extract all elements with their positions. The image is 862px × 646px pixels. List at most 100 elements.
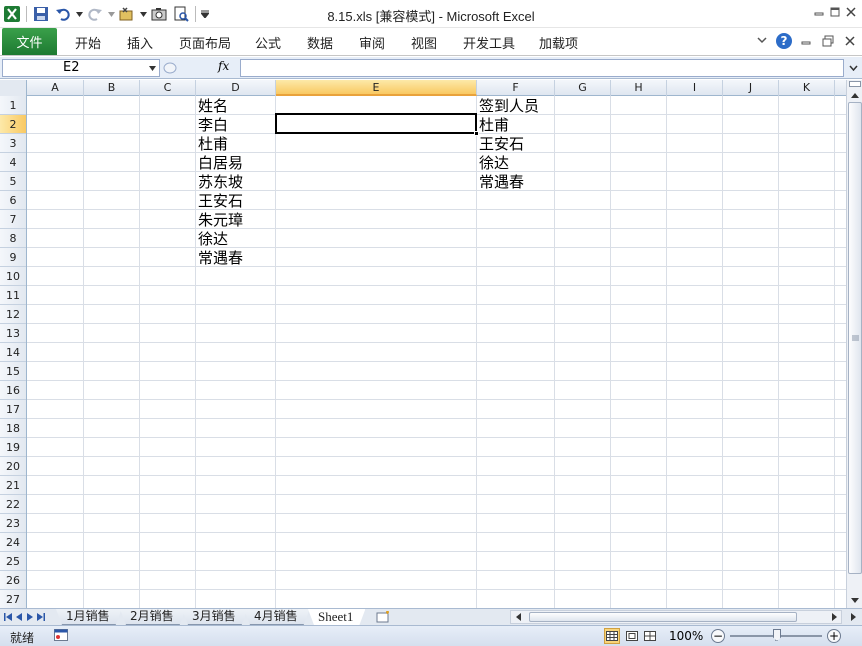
row-header[interactable]: 4 — [0, 153, 26, 172]
column-header-j[interactable]: J — [723, 80, 779, 96]
sheet-tab-1[interactable]: 1月销售 — [56, 609, 122, 625]
insert-sheet-icon[interactable] — [370, 610, 396, 624]
column-header-e[interactable]: E — [276, 80, 477, 96]
cell-f5[interactable]: 常遇春 — [477, 172, 524, 191]
row-header[interactable]: 21 — [0, 476, 26, 495]
scroll-up-icon[interactable] — [848, 89, 862, 101]
tab-formulas[interactable]: 公式 — [255, 33, 281, 52]
first-sheet-icon[interactable] — [3, 611, 13, 623]
restore-icon[interactable] — [828, 5, 842, 19]
last-sheet-icon[interactable] — [36, 611, 46, 623]
split-box[interactable] — [849, 81, 861, 87]
row-header[interactable]: 13 — [0, 324, 26, 343]
row-header[interactable]: 8 — [0, 229, 26, 248]
name-box[interactable]: E2 — [2, 59, 160, 77]
row-header[interactable]: 2 — [0, 115, 26, 134]
column-header-d[interactable]: D — [196, 80, 276, 96]
tab-data[interactable]: 数据 — [307, 33, 333, 52]
prev-sheet-icon[interactable] — [14, 611, 24, 623]
vertical-scrollbar[interactable] — [846, 80, 862, 608]
zoom-out-button[interactable]: − — [711, 629, 725, 643]
row-header[interactable]: 9 — [0, 248, 26, 267]
expand-formula-bar-icon[interactable] — [846, 59, 860, 77]
zoom-level[interactable]: 100% — [669, 629, 703, 643]
row-header[interactable]: 23 — [0, 514, 26, 533]
column-header-i[interactable]: I — [667, 80, 723, 96]
close-icon[interactable] — [844, 5, 858, 19]
vertical-scroll-thumb[interactable] — [848, 102, 862, 574]
row-header[interactable]: 17 — [0, 400, 26, 419]
row-header[interactable]: 14 — [0, 343, 26, 362]
column-header-c[interactable]: C — [140, 80, 196, 96]
insert-function-button[interactable]: fx — [218, 59, 236, 73]
workbook-close-icon[interactable] — [842, 33, 858, 49]
row-header[interactable]: 6 — [0, 191, 26, 210]
cell-d3[interactable]: 杜甫 — [196, 134, 228, 153]
column-header-f[interactable]: F — [477, 80, 555, 96]
tab-add-ins[interactable]: 加载项 — [539, 33, 578, 52]
tab-insert[interactable]: 插入 — [127, 33, 153, 52]
active-cell-e2[interactable] — [275, 113, 479, 136]
row-header[interactable]: 7 — [0, 210, 26, 229]
row-header[interactable]: 16 — [0, 381, 26, 400]
row-header[interactable]: 27 — [0, 590, 26, 608]
workbook-minimize-icon[interactable] — [798, 33, 814, 49]
row-header[interactable]: 20 — [0, 457, 26, 476]
row-header[interactable]: 12 — [0, 305, 26, 324]
normal-view-icon[interactable] — [604, 628, 620, 644]
row-header[interactable]: 15 — [0, 362, 26, 381]
row-header[interactable]: 19 — [0, 438, 26, 457]
column-header-k[interactable]: K — [779, 80, 835, 96]
cell-d8[interactable]: 徐达 — [196, 229, 228, 248]
cell-f2[interactable]: 杜甫 — [477, 115, 509, 134]
row-header[interactable]: 26 — [0, 571, 26, 590]
tab-developer[interactable]: 开发工具 — [463, 33, 515, 52]
cell-f1[interactable]: 签到人员 — [477, 96, 539, 115]
minimize-icon[interactable] — [812, 5, 826, 19]
cell-d9[interactable]: 常遇春 — [196, 248, 243, 267]
sheet-tab-2[interactable]: 2月销售 — [120, 609, 186, 625]
sheet-tab-sheet1[interactable]: Sheet1 — [308, 609, 365, 625]
row-header[interactable]: 10 — [0, 267, 26, 286]
cell-f4[interactable]: 徐达 — [477, 153, 509, 172]
tab-view[interactable]: 视图 — [411, 33, 437, 52]
row-header[interactable]: 24 — [0, 533, 26, 552]
next-sheet-icon[interactable] — [25, 611, 35, 623]
cell-d1[interactable]: 姓名 — [196, 96, 228, 115]
scroll-right-icon[interactable] — [829, 612, 839, 622]
macro-record-icon[interactable] — [54, 629, 68, 641]
row-header[interactable]: 5 — [0, 172, 26, 191]
horizontal-scrollbar[interactable] — [510, 610, 842, 624]
formula-input[interactable] — [240, 59, 844, 77]
tab-review[interactable]: 审阅 — [359, 33, 385, 52]
column-header-h[interactable]: H — [611, 80, 667, 96]
page-break-view-icon[interactable] — [642, 628, 658, 644]
scroll-left-icon[interactable] — [513, 612, 523, 622]
column-header-g[interactable]: G — [555, 80, 611, 96]
ribbon-collapse-icon[interactable] — [754, 33, 770, 49]
zoom-in-button[interactable]: + — [827, 629, 841, 643]
cell-d7[interactable]: 朱元璋 — [196, 210, 243, 229]
workbook-restore-icon[interactable] — [820, 33, 836, 49]
worksheet-grid[interactable]: A B C D E F G H I J K 1 2 3 4 5 6 7 8 9 … — [0, 80, 846, 608]
tab-file[interactable]: 文件 — [2, 28, 57, 55]
cell-d5[interactable]: 苏东坡 — [196, 172, 243, 191]
cell-d4[interactable]: 白居易 — [196, 153, 243, 172]
scroll-right-end-icon[interactable] — [846, 610, 860, 624]
row-header[interactable]: 11 — [0, 286, 26, 305]
row-header[interactable]: 3 — [0, 134, 26, 153]
column-header-a[interactable]: A — [27, 80, 84, 96]
tab-home[interactable]: 开始 — [75, 33, 101, 52]
column-header-b[interactable]: B — [84, 80, 140, 96]
page-layout-view-icon[interactable] — [624, 628, 640, 644]
row-header[interactable]: 25 — [0, 552, 26, 571]
select-all-corner[interactable] — [0, 80, 27, 96]
sheet-tab-3[interactable]: 3月销售 — [182, 609, 248, 625]
horizontal-scroll-thumb[interactable] — [529, 612, 797, 622]
fill-handle[interactable] — [474, 131, 479, 136]
name-box-dropdown-icon[interactable] — [146, 59, 158, 77]
cell-d2[interactable]: 李白 — [196, 115, 228, 134]
tab-page-layout[interactable]: 页面布局 — [179, 33, 231, 52]
help-icon[interactable]: ? — [776, 33, 792, 49]
row-header[interactable]: 18 — [0, 419, 26, 438]
